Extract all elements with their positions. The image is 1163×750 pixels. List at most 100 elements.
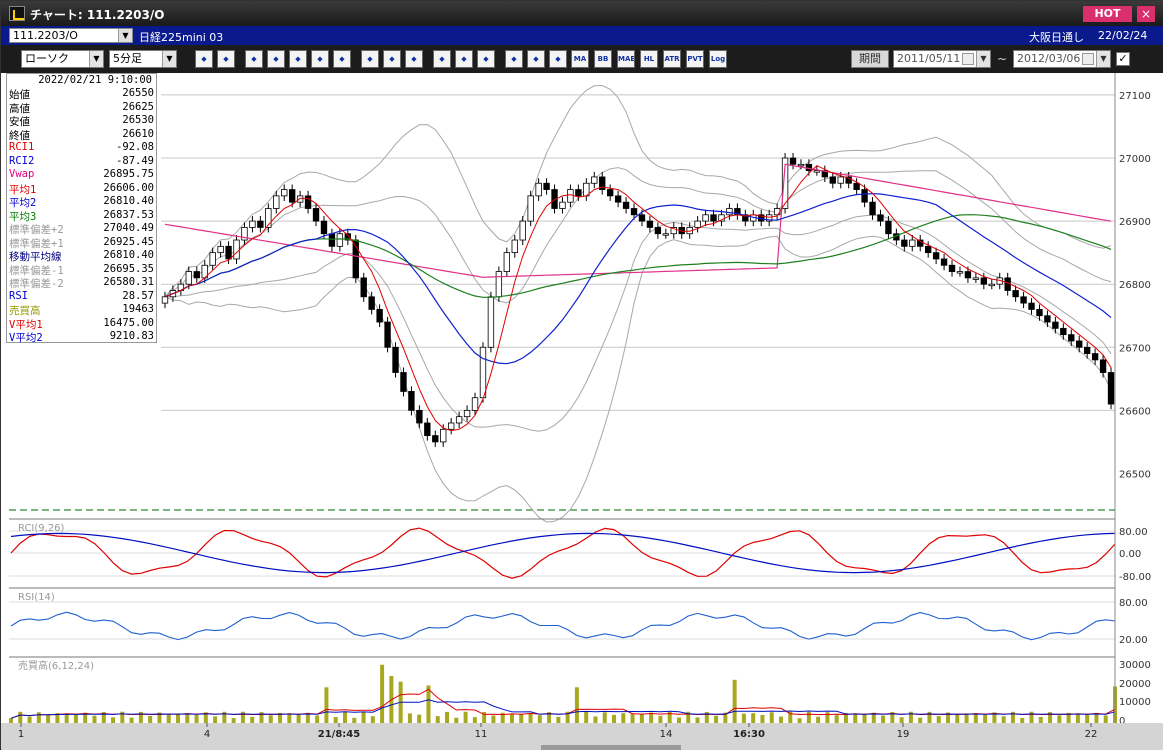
indicator-button-ma[interactable]: MA — [571, 50, 589, 68]
candle-body — [1091, 353, 1099, 361]
rci-tick-label: -80.00 — [1119, 572, 1151, 583]
chevron-down-icon[interactable]: ▼ — [1096, 51, 1110, 67]
magnifier-icon[interactable]: ◆ — [195, 50, 213, 68]
volume-bar — [741, 713, 746, 723]
info-row: 標準偏差-1 26695.35 — [9, 263, 156, 277]
date-from-field[interactable]: 2011/05/11 ▼ — [893, 50, 991, 68]
title-bar[interactable]: チャート: 111.2203/O HOT × — [1, 1, 1163, 26]
hot-button[interactable]: HOT — [1083, 6, 1132, 22]
candle-body — [281, 189, 288, 197]
volume-bar — [342, 711, 347, 723]
info-value: 28.57 — [122, 289, 154, 302]
period-button[interactable]: 期間 — [851, 50, 889, 68]
volume-bar — [27, 716, 32, 723]
volume-bar — [472, 717, 477, 723]
pen-icon[interactable]: ◆ — [361, 50, 379, 68]
candle-body — [1012, 290, 1019, 298]
volume-bar — [649, 712, 654, 723]
volume-bar — [584, 711, 589, 723]
volume-bar — [1057, 715, 1062, 723]
bar2-icon[interactable]: ◆ — [455, 50, 473, 68]
candle-body — [853, 182, 860, 190]
data-window: 2022/02/21 9:10:00 始値 26550 高値 26625 安値 26530… — [6, 73, 157, 344]
candle-body — [972, 277, 980, 280]
close-icon[interactable]: × — [1137, 6, 1155, 22]
info-value: 26530 — [122, 114, 154, 126]
color-icon[interactable]: ◆ — [549, 50, 567, 68]
volume-bar — [862, 714, 867, 723]
candle-body — [535, 182, 542, 197]
bar-icon[interactable]: ◆ — [433, 50, 451, 68]
volume-bar — [73, 714, 78, 723]
price-tick-label: 26800 — [1119, 280, 1151, 291]
info-value: 26580.31 — [103, 276, 154, 288]
interval-select[interactable]: 5分足 ▼ — [109, 50, 177, 68]
indicator-button-hl[interactable]: HL — [640, 50, 658, 68]
info-value: 26625 — [122, 100, 154, 113]
candle-body — [511, 239, 518, 254]
candle-body — [789, 157, 797, 165]
warning-icon[interactable]: ◆ — [333, 50, 351, 68]
arrow-icon[interactable]: ◆ — [383, 50, 401, 68]
info-label: Vwap — [9, 168, 35, 180]
volume-bar — [1038, 716, 1043, 723]
chevron-down-icon[interactable]: ▼ — [976, 51, 990, 67]
volume-bar — [324, 687, 329, 723]
chevron-down-icon[interactable]: ▼ — [118, 29, 132, 42]
candle-body — [1076, 340, 1083, 348]
price-tick-label: 26600 — [1119, 406, 1151, 417]
candle-body — [654, 227, 662, 235]
candle-body — [591, 176, 598, 184]
volume-bar — [806, 711, 811, 723]
cursor-icon[interactable]: ◆ — [245, 50, 263, 68]
candle-body — [694, 220, 701, 228]
info-timestamp: 2022/02/21 9:10:00 — [38, 74, 152, 86]
volume-bar — [751, 713, 756, 723]
indicator-button-mae[interactable]: MAE — [617, 50, 635, 68]
volume-bar — [370, 716, 375, 723]
info-row: V平均1 16475.00 — [9, 317, 156, 331]
candle-body — [503, 252, 511, 272]
volume-tick-label: 20000 — [1119, 679, 1151, 690]
candle-icon[interactable]: ◆ — [311, 50, 329, 68]
indicator-button-atr[interactable]: ATR — [663, 50, 681, 68]
symbol-select[interactable]: 111.2203/O ▼ — [9, 28, 133, 43]
price-tick-label: 27000 — [1119, 154, 1151, 165]
interval-value: 5分足 — [113, 52, 142, 65]
chevron-down-icon[interactable]: ▼ — [89, 51, 103, 67]
candle-body — [805, 163, 813, 172]
volume-bar — [175, 713, 180, 723]
indicator-button-bb[interactable]: BB — [594, 50, 612, 68]
time-tick-label: 14 — [660, 729, 673, 740]
tool-icon[interactable]: ◆ — [527, 50, 545, 68]
candle-body — [416, 409, 423, 424]
calendar-icon[interactable] — [962, 53, 974, 65]
grid-icon[interactable]: ◆ — [505, 50, 523, 68]
indicator-button-log[interactable]: Log — [709, 50, 727, 68]
chart-type-select[interactable]: ローソク ▼ — [21, 50, 104, 68]
symbol-value: 111.2203/O — [13, 29, 78, 42]
candle-body — [1083, 346, 1091, 354]
info-value: 26610 — [122, 127, 154, 140]
chevron-down-icon[interactable]: ▼ — [162, 51, 176, 67]
volume-bar — [760, 714, 765, 723]
period-checkbox[interactable]: ✓ — [1116, 52, 1130, 66]
volume-bar — [129, 717, 134, 723]
calendar-icon[interactable] — [1082, 53, 1094, 65]
info-label: RCI1 — [9, 141, 35, 153]
candle-body — [1107, 372, 1115, 405]
volume-bar — [231, 718, 236, 723]
search-plus-icon[interactable]: ◆ — [267, 50, 285, 68]
date-to-field[interactable]: 2012/03/06 ▼ — [1013, 50, 1111, 68]
volume-bar — [973, 713, 978, 723]
table-icon[interactable]: ◆ — [289, 50, 307, 68]
volume-bar — [769, 712, 774, 723]
undo-icon[interactable]: ◆ — [405, 50, 423, 68]
candle-body — [217, 245, 224, 254]
candle-body — [296, 195, 304, 203]
candle-body — [495, 271, 503, 298]
indicator-button-pvt[interactable]: PVT — [686, 50, 704, 68]
all-icon[interactable]: ◆ — [477, 50, 495, 68]
bars-icon[interactable]: ◆ — [217, 50, 235, 68]
chart-area[interactable]: 27100 27000 26900 26800 26700 26600 26500 80.00… — [1, 73, 1163, 750]
